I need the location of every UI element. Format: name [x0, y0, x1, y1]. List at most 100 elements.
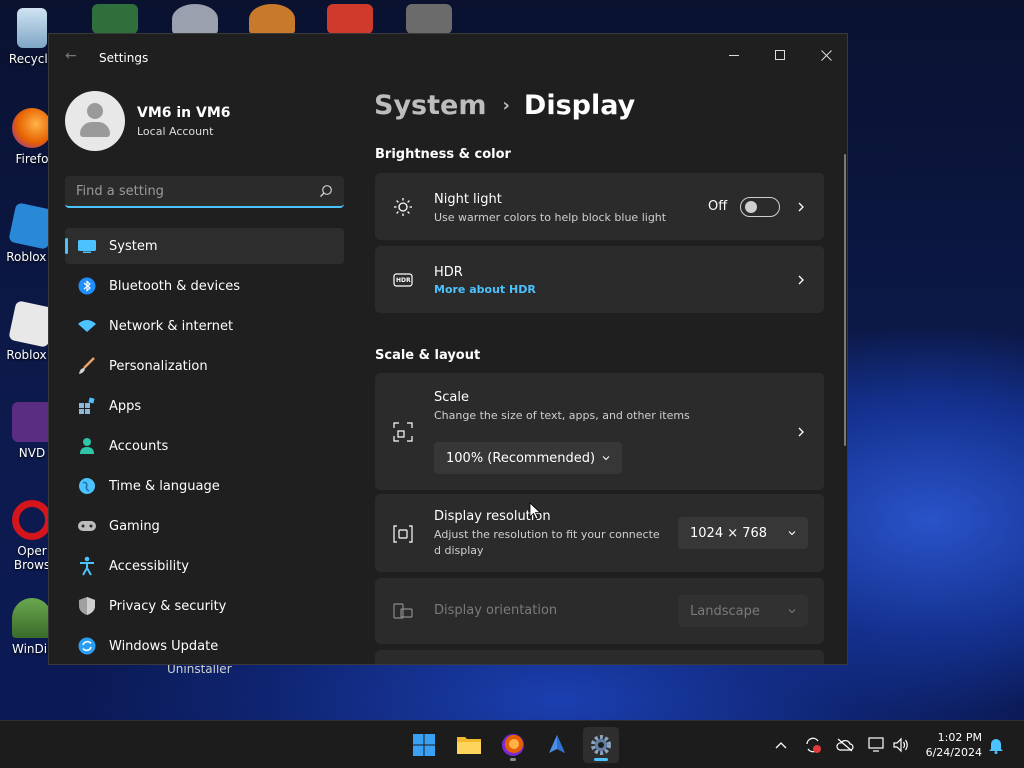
show-hidden-icons-button[interactable] [771, 735, 791, 755]
sidebar-item-label: System [109, 238, 158, 254]
sidebar-item-apps[interactable]: Apps [65, 388, 344, 424]
hdr-card[interactable]: HDR HDR More about HDR [375, 246, 824, 313]
maximize-icon [774, 49, 785, 60]
desktop-top-icon[interactable] [249, 4, 295, 34]
scale-dropdown[interactable]: 100% (Recommended) [434, 442, 622, 474]
volume-button[interactable] [891, 735, 911, 755]
network-button[interactable] [867, 735, 887, 755]
taskbar-settings[interactable] [583, 727, 619, 763]
brush-icon [77, 356, 97, 376]
scale-dropdown-value: 100% (Recommended) [446, 450, 596, 466]
notifications-button[interactable] [986, 735, 1006, 755]
clock-time: 1:02 PM [937, 731, 982, 744]
recycle-bin-icon [17, 8, 47, 48]
start-icon [413, 734, 435, 756]
shield-icon [77, 596, 97, 616]
desktop-top-icon[interactable] [172, 4, 218, 34]
sidebar-item-windows-update[interactable]: Windows Update [65, 628, 344, 664]
sidebar-item-accessibility[interactable]: Accessibility [65, 548, 344, 584]
next-setting-card[interactable] [375, 650, 824, 664]
sidebar-item-system[interactable]: System [65, 228, 344, 264]
sidebar-item-network[interactable]: Network & internet [65, 308, 344, 344]
display-orientation-card: Display orientation Landscape [375, 578, 824, 644]
sidebar-item-label: Apps [109, 398, 142, 414]
account-type: Local Account [137, 124, 214, 138]
sidebar-item-label: Windows Update [109, 638, 219, 654]
sidebar-item-accounts[interactable]: Accounts [65, 428, 344, 464]
section-title-scale-layout: Scale & layout [375, 348, 481, 363]
mouse-cursor-icon [529, 502, 541, 520]
avatar [65, 91, 125, 151]
app-icon [549, 735, 565, 753]
close-icon [820, 49, 832, 61]
desktop-top-icon[interactable] [92, 4, 138, 34]
sidebar-item-label: Bluetooth & devices [109, 278, 240, 294]
account-profile[interactable]: VM6 in VM6 Local Account [65, 91, 231, 151]
sidebar-item-bluetooth[interactable]: Bluetooth & devices [65, 268, 344, 304]
sidebar-item-time-language[interactable]: Time & language [65, 468, 344, 504]
night-light-state: Off [708, 199, 728, 214]
night-light-toggle[interactable] [740, 197, 780, 217]
hdr-link[interactable]: More about HDR [434, 283, 536, 296]
windirstat-icon [12, 598, 52, 638]
title-bar[interactable]: ← Settings [49, 34, 847, 82]
scale-card[interactable]: Scale Change the size of text, apps, and… [375, 373, 824, 490]
monitor-icon [77, 236, 97, 256]
account-name: VM6 in VM6 [137, 104, 231, 121]
sync-status-button[interactable] [803, 735, 823, 755]
sidebar-item-label: Network & internet [109, 318, 234, 334]
resolution-icon [393, 525, 413, 543]
sidebar-item-personalization[interactable]: Personalization [65, 348, 344, 384]
firefox-icon [502, 734, 524, 756]
scale-icon [393, 422, 413, 442]
content-scrollbar[interactable] [844, 154, 846, 446]
chevron-down-icon [602, 456, 610, 461]
chevron-right-icon [798, 202, 804, 212]
minimize-icon [728, 54, 739, 56]
file-explorer-icon [457, 737, 481, 754]
sync-icon [806, 737, 821, 753]
minimize-button[interactable] [711, 40, 757, 70]
night-light-subtitle: Use warmer colors to help block blue lig… [434, 211, 667, 224]
scale-title: Scale [434, 390, 469, 405]
taskbar-clock[interactable]: 1:02 PM 6/24/2024 [918, 730, 982, 760]
display-resolution-subtitle: Adjust the resolution to fit your connec… [434, 528, 660, 541]
resolution-dropdown-value: 1024 × 768 [690, 525, 768, 541]
hdr-badge: HDR [396, 277, 411, 284]
settings-window: ← Settings VM6 in VM6 Local Account Find… [48, 33, 848, 665]
search-icon[interactable] [319, 184, 333, 198]
orientation-dropdown-value: Landscape [690, 603, 760, 619]
taskbar-file-explorer[interactable] [451, 727, 487, 763]
chevron-right-icon: › [502, 95, 510, 116]
wifi-icon [77, 316, 97, 336]
search-input[interactable] [65, 176, 344, 206]
scale-subtitle: Change the size of text, apps, and other… [434, 409, 690, 422]
speaker-icon [893, 737, 908, 753]
chevron-up-icon [775, 742, 787, 749]
breadcrumb-parent[interactable]: System [374, 90, 486, 121]
clock-date: 6/24/2024 [925, 746, 982, 759]
maximize-button[interactable] [757, 40, 803, 70]
desktop-top-icon[interactable] [406, 4, 452, 34]
update-icon [77, 636, 97, 656]
back-arrow-icon[interactable]: ← [65, 48, 77, 64]
sidebar-item-gaming[interactable]: Gaming [65, 508, 344, 544]
taskbar-app[interactable] [539, 727, 575, 763]
taskbar-firefox[interactable] [495, 727, 531, 763]
orientation-dropdown[interactable]: Landscape [678, 595, 808, 627]
night-light-card[interactable]: Night light Use warmer colors to help bl… [375, 173, 824, 240]
display-orientation-title: Display orientation [434, 603, 558, 618]
start-button[interactable] [406, 727, 442, 763]
section-title-brightness: Brightness & color [375, 147, 511, 162]
settings-icon [591, 735, 611, 755]
sidebar-item-privacy-security[interactable]: Privacy & security [65, 588, 344, 624]
firefox-icon [12, 108, 52, 148]
apps-icon [77, 396, 97, 416]
window-title: Settings [99, 51, 149, 65]
close-button[interactable] [803, 40, 847, 70]
network-icon [868, 737, 884, 752]
display-resolution-subtitle: d display [434, 544, 484, 557]
onedrive-button[interactable] [835, 735, 855, 755]
desktop-top-icon[interactable] [327, 4, 373, 34]
resolution-dropdown[interactable]: 1024 × 768 [678, 517, 808, 549]
